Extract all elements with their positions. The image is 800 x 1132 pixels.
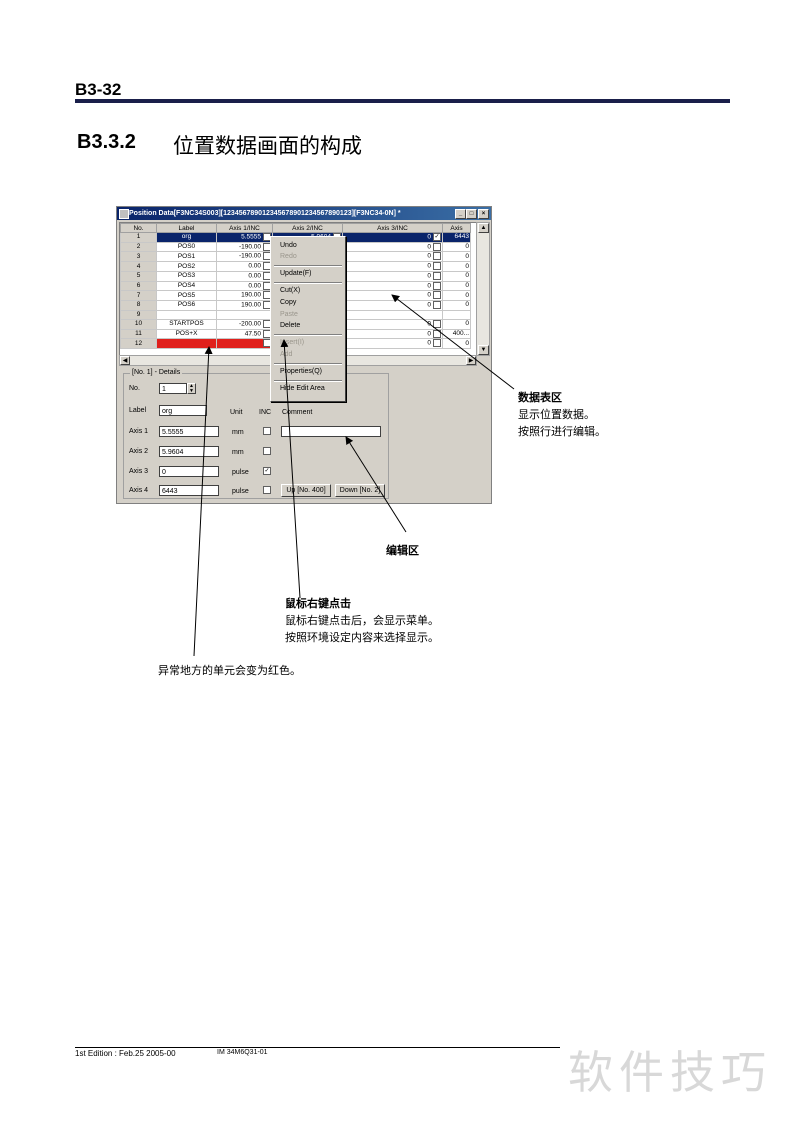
data-table-note-line: 显示位置数据。 bbox=[518, 408, 595, 421]
right-click-note: 鼠标右键点击 鼠标右键点击后，会显示菜单。 按照环境设定内容来选择显示。 bbox=[285, 595, 439, 646]
data-table-note: 数据表区 显示位置数据。 按照行进行编辑。 bbox=[518, 389, 606, 440]
footer-edition: 1st Edition : Feb.25 2005-00 bbox=[75, 1049, 176, 1058]
edit-area-note: 编辑区 bbox=[386, 542, 419, 559]
footer-rule bbox=[75, 1047, 560, 1048]
edit-area-note-title: 编辑区 bbox=[386, 544, 419, 557]
data-table-arrow bbox=[391, 294, 515, 390]
watermark: 软件技巧 bbox=[568, 1046, 773, 1099]
edit-area-arrow bbox=[345, 436, 407, 533]
annotation-arrows bbox=[193, 294, 515, 657]
data-table-note-title: 数据表区 bbox=[518, 391, 562, 404]
footer-doc-code: IM 34M6Q31-01 bbox=[217, 1049, 268, 1056]
right-click-note-line: 鼠标右键点击后，会显示菜单。 bbox=[285, 614, 439, 627]
data-table-note-line: 按照行进行编辑。 bbox=[518, 425, 606, 438]
error-cell-arrow bbox=[193, 346, 213, 657]
right-click-note-line: 按照环境设定内容来选择显示。 bbox=[285, 631, 439, 644]
right-click-note-title: 鼠标右键点击 bbox=[285, 597, 351, 610]
error-cell-note: 异常地方的单元会变为红色。 bbox=[158, 664, 301, 677]
right-click-arrow bbox=[280, 339, 301, 599]
